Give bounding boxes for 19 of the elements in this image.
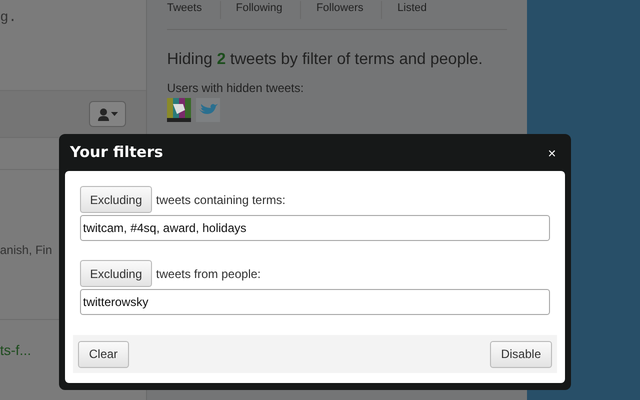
mode-button[interactable]: Excluding bbox=[80, 186, 152, 213]
summary-text: Hiding 2 tweets by filter of terms and people. bbox=[167, 50, 484, 70]
close-button[interactable]: × bbox=[543, 144, 561, 162]
filter-input[interactable]: twitterowsky bbox=[80, 289, 550, 315]
filter-label: tweets from people: bbox=[156, 266, 261, 282]
footer-button[interactable]: Disable bbox=[490, 340, 552, 368]
filter-input[interactable]: twitcam, #4sq, award, holidays bbox=[80, 215, 550, 241]
user-menu-button[interactable] bbox=[89, 101, 126, 127]
users-label: Users with hidden tweets: bbox=[167, 80, 305, 97]
avatar-icon bbox=[167, 98, 191, 122]
text: anish, Fin bbox=[0, 242, 52, 258]
dialog-title: Your filters bbox=[70, 142, 164, 164]
bird-icon bbox=[196, 98, 220, 122]
person-icon bbox=[98, 108, 108, 120]
filter-label: tweets containing terms: bbox=[156, 192, 286, 208]
mode-button[interactable]: Excluding bbox=[80, 260, 152, 287]
text: g. bbox=[0, 10, 17, 26]
caret-icon bbox=[110, 112, 118, 116]
footer-button[interactable]: Clear bbox=[78, 340, 129, 368]
